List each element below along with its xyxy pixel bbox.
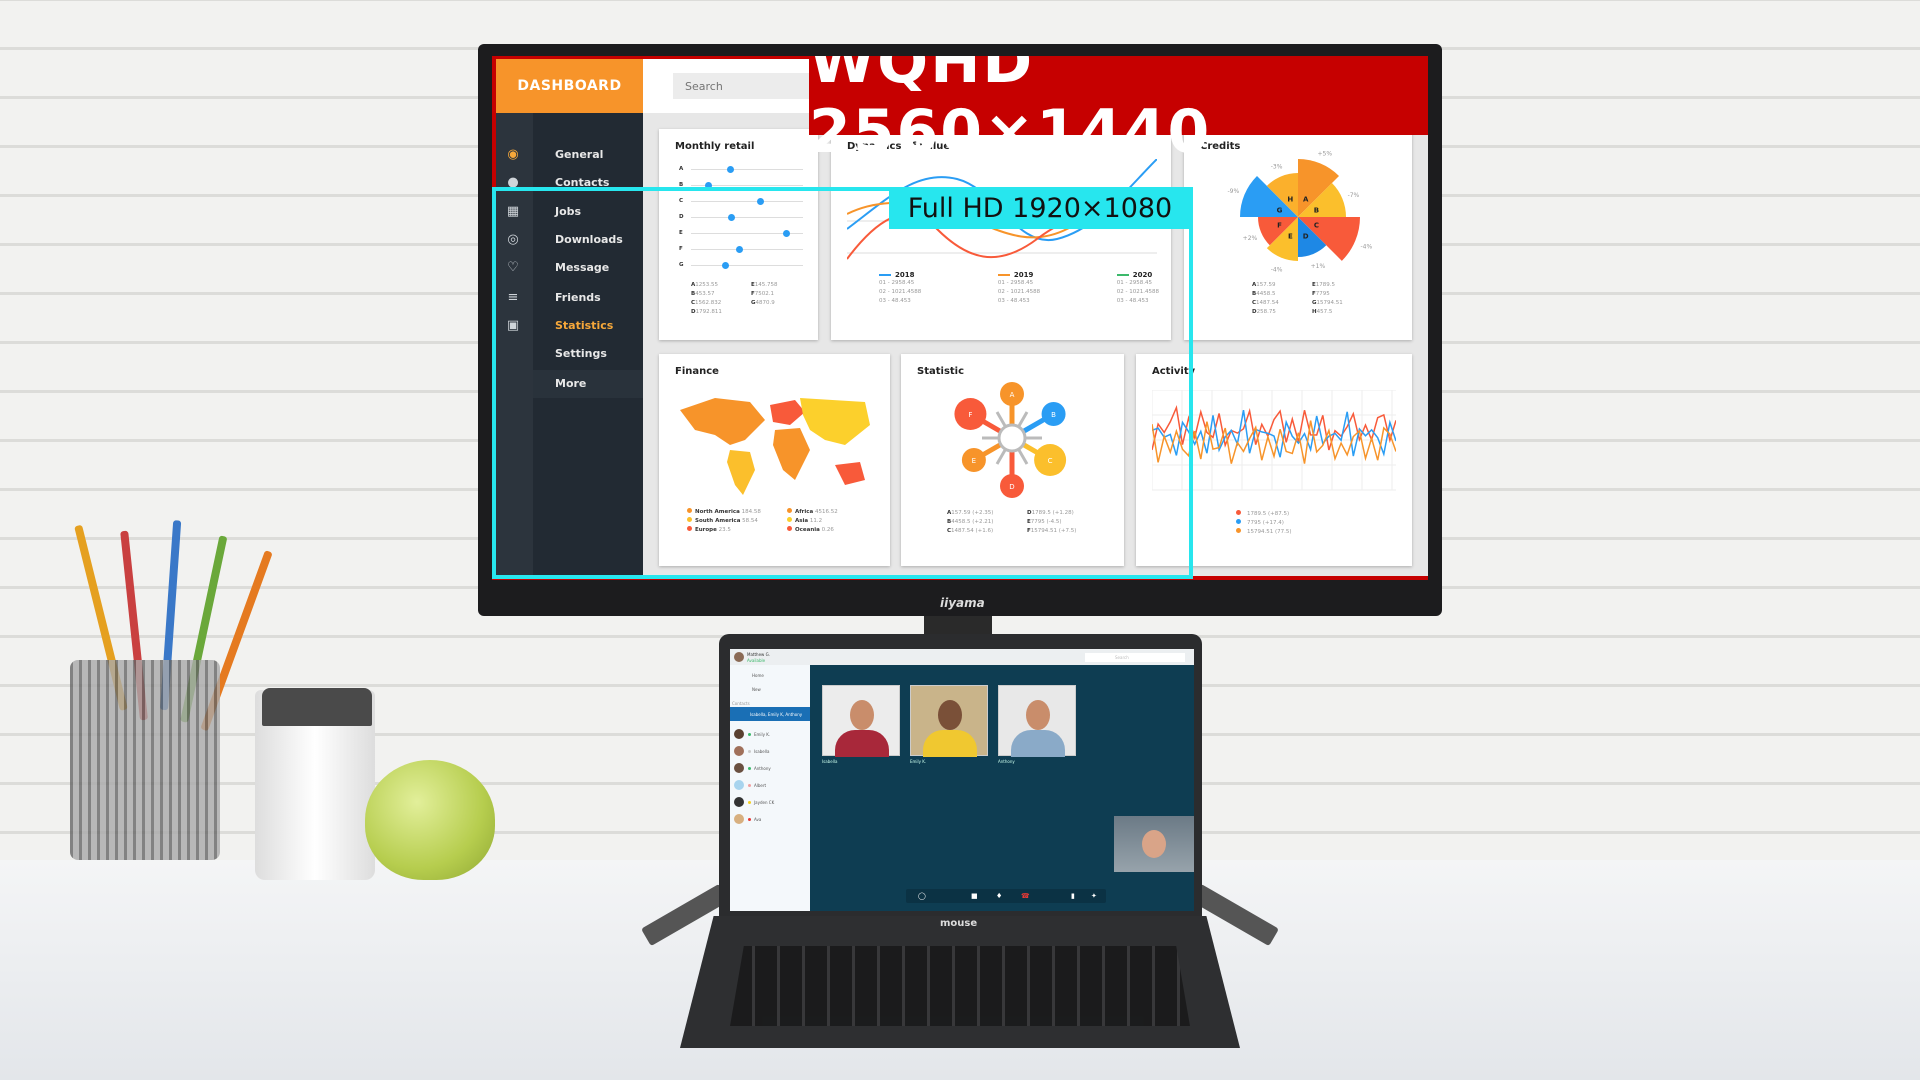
- signal-icon[interactable]: ▮: [1071, 892, 1075, 900]
- contact-item[interactable]: Anthony: [754, 766, 771, 771]
- value-item: A157.59: [1252, 282, 1276, 288]
- sector-label: C: [1314, 222, 1319, 230]
- contact-avatar: [734, 763, 744, 773]
- monitor-brand: iiyama: [940, 596, 985, 610]
- participant-name: Isabella: [822, 759, 838, 764]
- slider-track: [691, 169, 803, 170]
- status-dot: [748, 818, 751, 821]
- user-avatar: [734, 652, 744, 662]
- laptop-keyboard: [730, 946, 1190, 1026]
- video-tile[interactable]: [998, 685, 1076, 757]
- contact-avatar: [734, 780, 744, 790]
- status-dot: [748, 767, 751, 770]
- laptop-sidebar: Home New Contacts Isabella, Emily K, Ant…: [730, 665, 810, 911]
- contact-item[interactable]: Ava: [754, 817, 761, 822]
- contact-item[interactable]: Emily K.: [754, 732, 770, 737]
- camera-icon[interactable]: ■: [971, 892, 978, 900]
- sector-pct: -4%: [1271, 267, 1283, 274]
- target-icon: ◉: [507, 147, 519, 162]
- coffee-lid: [262, 688, 372, 726]
- call-controls: ◯ ■ ♦ ☎ ▮ ✦: [906, 889, 1106, 903]
- chat-icon[interactable]: ◯: [918, 892, 926, 900]
- laptop-brand: mouse: [940, 918, 978, 929]
- search-area: [643, 59, 809, 113]
- status-dot: [748, 733, 751, 736]
- value-item: E1789.5: [1312, 282, 1336, 288]
- settings-icon[interactable]: ✦: [1091, 892, 1097, 900]
- sector-pct: -7%: [1348, 192, 1360, 199]
- hang-up-icon[interactable]: ☎: [1021, 892, 1030, 900]
- sector-label: A: [1303, 196, 1309, 204]
- slider-label: A: [679, 166, 684, 172]
- sector-label: B: [1314, 206, 1319, 214]
- contact-avatar: [734, 746, 744, 756]
- laptop-topbar: Matthew G. Available Search: [730, 649, 1194, 665]
- credits-rose-chart: A+5%B-7%C-4%D+1%E-4%F+2%G-9%H-3%: [1227, 150, 1373, 274]
- sector-pct: +2%: [1243, 235, 1258, 242]
- card-title: Monthly retail: [675, 141, 755, 152]
- section-label: Contacts: [732, 701, 750, 706]
- microphone-icon[interactable]: ♦: [996, 892, 1002, 900]
- status-dot: [748, 750, 751, 753]
- fullhd-overlay-frame: [492, 187, 1193, 579]
- sidebar-item-general[interactable]: General: [555, 148, 603, 161]
- pencils: [60, 520, 273, 732]
- sector-label: G: [1277, 206, 1283, 214]
- status-dot: [748, 801, 751, 804]
- legend-item: 7795 (+17.4): [1236, 519, 1292, 528]
- sector-label: H: [1287, 196, 1293, 204]
- user-name: Matthew G.: [747, 652, 770, 657]
- sector-pct: +1%: [1311, 263, 1326, 270]
- video-tile[interactable]: [910, 685, 988, 757]
- value-item: H457.5: [1312, 309, 1333, 315]
- video-tile[interactable]: [822, 685, 900, 757]
- legend-item: 15794.51 (77.5): [1236, 528, 1292, 537]
- value-item: B4458.5: [1252, 291, 1276, 297]
- search-input[interactable]: [673, 73, 809, 99]
- active-chat[interactable]: Isabella, Emily K, Anthony: [730, 707, 810, 721]
- status-dot: [748, 784, 751, 787]
- contact-avatar: [734, 729, 744, 739]
- laptop-search[interactable]: Search: [1085, 653, 1185, 662]
- laptop-screen: Matthew G. Available Search Home New Con…: [730, 649, 1194, 911]
- legend-item: 1789.5 (+87.5): [1236, 510, 1292, 519]
- participant-name: Anthony: [998, 759, 1015, 764]
- sector-pct: -4%: [1361, 243, 1373, 250]
- fullhd-overlay-label: Full HD 1920×1080: [889, 187, 1191, 229]
- sector-pct: -9%: [1227, 188, 1239, 195]
- participant-name: Emily K.: [910, 759, 927, 764]
- value-item: F7795: [1312, 291, 1330, 297]
- nav-new[interactable]: New: [752, 687, 761, 692]
- value-item: D258.75: [1252, 309, 1276, 315]
- value-item: G15794.51: [1312, 300, 1343, 306]
- sector-label: E: [1288, 232, 1293, 240]
- resolution-banner: WQHD 2560×1440: [809, 56, 1428, 167]
- contact-item[interactable]: Isabella: [754, 749, 769, 754]
- contact-avatar: [734, 814, 744, 824]
- dashboard-title: DASHBOARD: [496, 59, 643, 113]
- user-status: Available: [747, 658, 766, 663]
- sector-label: D: [1303, 232, 1309, 240]
- contact-item[interactable]: Jayden CK: [754, 800, 774, 805]
- apple: [365, 760, 495, 880]
- contact-item[interactable]: Albert: [754, 783, 766, 788]
- contact-avatar: [734, 797, 744, 807]
- sector-label: F: [1277, 222, 1282, 230]
- video-self: [1114, 816, 1194, 872]
- slider-handle[interactable]: [727, 166, 735, 173]
- pencil-cup: [70, 660, 220, 860]
- nav-home[interactable]: Home: [752, 673, 764, 678]
- value-item: C1487.54: [1252, 300, 1279, 306]
